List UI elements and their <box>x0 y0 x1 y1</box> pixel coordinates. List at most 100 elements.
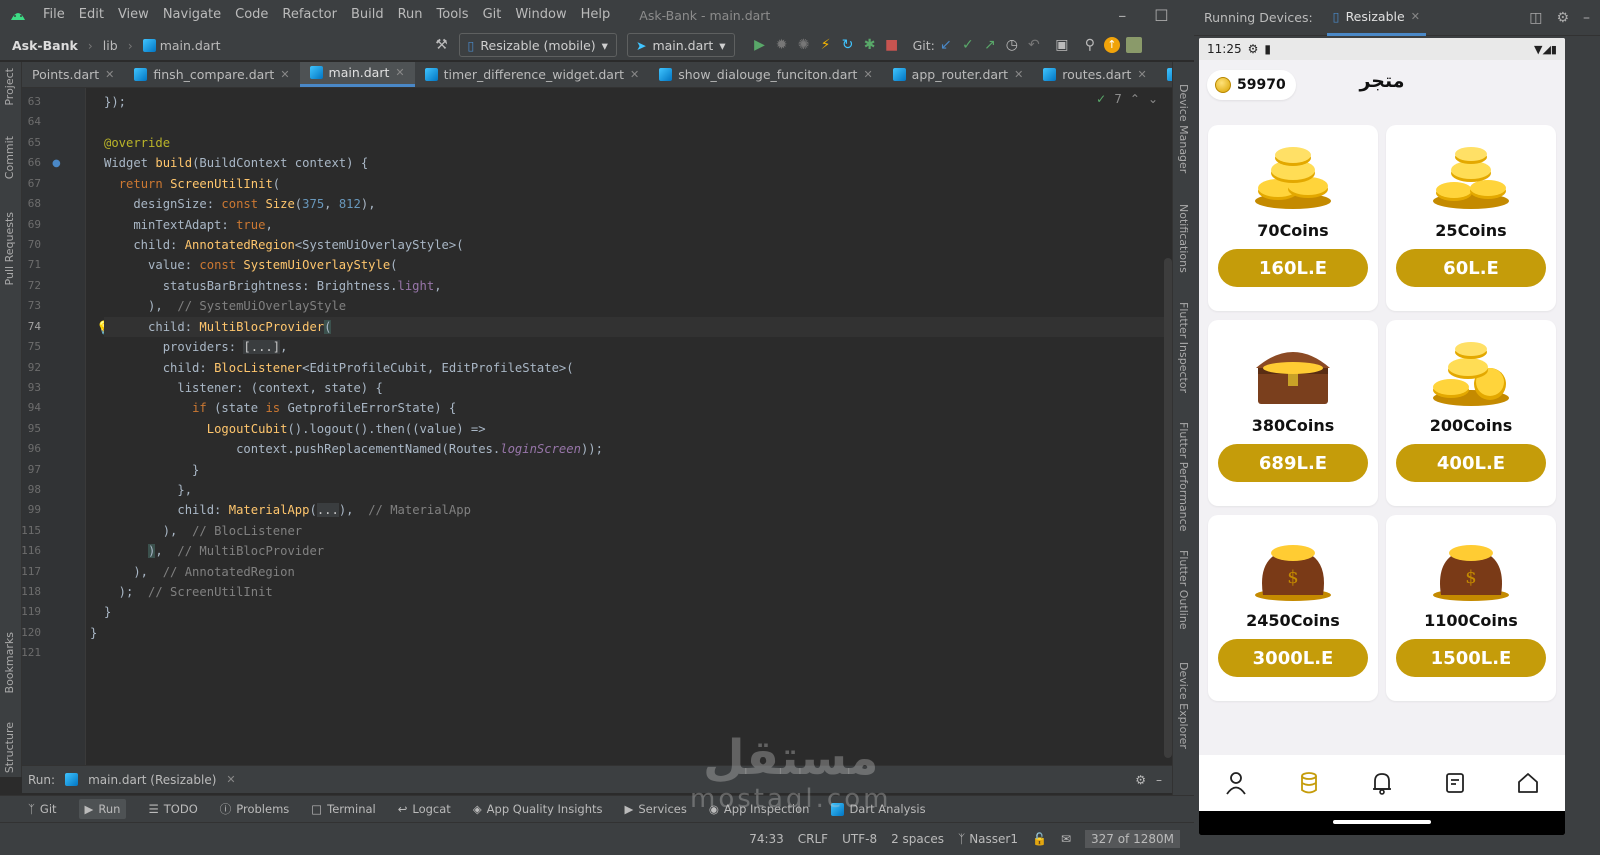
tool-git[interactable]: ᛉ Git <box>28 802 57 816</box>
code-editor[interactable]: 63 64 65 66 67 68 69 70 71 72 73 74 75 9… <box>22 88 1172 765</box>
tool-terminal[interactable]: □ Terminal <box>311 802 375 816</box>
tool-run[interactable]: ▶ Run <box>78 799 127 819</box>
device-selector[interactable]: ▯ Resizable (mobile) ▾ <box>458 33 617 57</box>
menu-edit[interactable]: Edit <box>72 0 111 30</box>
gear-icon[interactable]: ⚙ <box>1135 773 1146 787</box>
menu-view[interactable]: View <box>111 0 156 30</box>
breadcrumb-project[interactable]: Ask-Bank <box>12 38 78 53</box>
coin-package-card[interactable]: 25Coins 60L.E <box>1386 125 1556 311</box>
tab-app-router[interactable]: app_router.dart ✕ <box>883 62 1034 87</box>
inspection-widget[interactable]: ✓ 7 ⌃ ⌄ <box>1096 92 1158 106</box>
pull-requests-tool-tab[interactable]: Pull Requests <box>3 212 16 285</box>
debug-icon[interactable]: ✹ <box>771 34 793 56</box>
hot-reload-icon[interactable]: ⚡ <box>815 34 837 56</box>
tab-routes[interactable]: routes.dart ✕ <box>1033 62 1156 87</box>
git-commit-icon[interactable]: ✓ <box>957 34 979 56</box>
gear-icon[interactable]: ⚙ <box>1556 10 1569 26</box>
buy-price-button[interactable]: 160L.E <box>1218 249 1368 287</box>
nav-profile[interactable] <box>1221 768 1251 798</box>
menu-git[interactable]: Git <box>476 0 509 30</box>
indent-setting[interactable]: 2 spaces <box>891 832 944 846</box>
coin-package-card[interactable]: 200Coins 400L.E <box>1386 320 1556 506</box>
menu-navigate[interactable]: Navigate <box>156 0 228 30</box>
nav-cards[interactable] <box>1440 768 1470 798</box>
menu-window[interactable]: Window <box>508 0 573 30</box>
buy-price-button[interactable]: 400L.E <box>1396 444 1546 482</box>
attach-debugger-icon[interactable]: ✺ <box>793 34 815 56</box>
buy-price-button[interactable]: 3000L.E <box>1218 639 1368 677</box>
project-tool-tab[interactable]: Project <box>3 68 16 106</box>
device-explorer-tool-tab[interactable]: Device Explorer <box>1177 662 1190 749</box>
hide-icon[interactable]: – <box>1156 773 1162 787</box>
hot-restart-icon[interactable]: ↻ <box>837 34 859 56</box>
close-run-tab-icon[interactable]: ✕ <box>226 773 235 786</box>
git-history-icon[interactable]: ◷ <box>1001 34 1023 56</box>
close-tab-icon[interactable]: ✕ <box>630 68 639 81</box>
coin-package-card[interactable]: 380Coins 689L.E <box>1208 320 1378 506</box>
bookmarks-tool-tab[interactable]: Bookmarks <box>3 632 16 693</box>
flutter-inspector-tool-tab[interactable]: Flutter Inspector <box>1177 302 1190 393</box>
home-gesture-pill[interactable] <box>1333 820 1431 824</box>
avatar[interactable] <box>1123 34 1145 56</box>
caret-position[interactable]: 74:33 <box>749 832 784 846</box>
run-icon[interactable]: ▶ <box>749 34 771 56</box>
maximize-icon[interactable]: ☐ <box>1154 6 1168 25</box>
tool-logcat[interactable]: ↩ Logcat <box>398 802 451 816</box>
coin-package-card[interactable]: 70Coins 160L.E <box>1208 125 1378 311</box>
menu-build[interactable]: Build <box>344 0 391 30</box>
menu-tools[interactable]: Tools <box>430 0 476 30</box>
nav-coins[interactable] <box>1294 768 1324 798</box>
editor-scrollbar[interactable] <box>1164 258 1172 758</box>
tool-services[interactable]: ▶ Services <box>625 802 687 816</box>
notifications-tool-tab[interactable]: Notifications <box>1177 204 1190 273</box>
menu-help[interactable]: Help <box>574 0 618 30</box>
breadcrumb-file[interactable]: main.dart <box>160 38 221 53</box>
close-tab-icon[interactable]: ✕ <box>1014 68 1023 81</box>
hide-icon[interactable]: – <box>1583 10 1590 26</box>
device-mirroring-icon[interactable]: ▣ <box>1051 34 1073 56</box>
close-tab-icon[interactable]: ✕ <box>105 68 114 81</box>
tool-problems[interactable]: ⓘ Problems <box>220 801 290 817</box>
device-manager-tool-tab[interactable]: Device Manager <box>1177 84 1190 173</box>
run-config-tab[interactable]: main.dart (Resizable) <box>88 773 216 787</box>
menu-run[interactable]: Run <box>391 0 430 30</box>
tab-points[interactable]: Points.dart ✕ <box>22 62 124 87</box>
buy-price-button[interactable]: 60L.E <box>1396 249 1546 287</box>
close-device-tab-icon[interactable]: ✕ <box>1411 10 1420 23</box>
close-tab-icon[interactable]: ✕ <box>280 68 289 81</box>
structure-tool-tab[interactable]: Structure <box>3 722 16 773</box>
git-branch[interactable]: Nasser1 <box>969 832 1018 846</box>
chevron-up-icon[interactable]: ⌃ <box>1130 92 1140 106</box>
tab-timer-difference-widget[interactable]: timer_difference_widget.dart ✕ <box>415 62 650 87</box>
tool-todo[interactable]: ☰ TODO <box>148 802 197 816</box>
device-tab-resizable[interactable]: ▯ Resizable ✕ <box>1326 0 1426 36</box>
buy-price-button[interactable]: 689L.E <box>1218 444 1368 482</box>
devtools-icon[interactable]: ✱ <box>859 34 881 56</box>
git-update-icon[interactable]: ↙ <box>935 34 957 56</box>
coin-package-card[interactable]: $ 1100Coins 1500L.E <box>1386 515 1556 701</box>
memory-indicator[interactable]: 327 of 1280M <box>1085 830 1180 848</box>
flutter-outline-tool-tab[interactable]: Flutter Outline <box>1177 550 1190 630</box>
chevron-down-icon[interactable]: ⌄ <box>1148 92 1158 106</box>
git-push-icon[interactable]: ↗ <box>979 34 1001 56</box>
device-screen[interactable]: 11:25 ⚙ ▮ ▼◢▮ 59970 متجر 70Coins 160L.E … <box>1199 38 1565 835</box>
stop-icon[interactable]: ■ <box>881 34 903 56</box>
minimize-icon[interactable]: – <box>1118 6 1126 25</box>
tab-main[interactable]: main.dart ✕ <box>299 62 415 87</box>
menu-refactor[interactable]: Refactor <box>275 0 344 30</box>
override-marker-icon[interactable]: ● <box>52 158 61 169</box>
search-icon[interactable]: ⚲ <box>1079 34 1101 56</box>
rollback-icon[interactable]: ↶ <box>1023 34 1045 56</box>
close-tab-icon[interactable]: ✕ <box>863 68 872 81</box>
tab-show-dialouge-funciton[interactable]: show_dialouge_funciton.dart ✕ <box>649 62 882 87</box>
lock-icon[interactable]: 🔓 <box>1032 832 1047 846</box>
menu-code[interactable]: Code <box>228 0 275 30</box>
tab-finsh-compare[interactable]: finsh_compare.dart ✕ <box>124 62 299 87</box>
update-icon[interactable]: ↑ <box>1101 34 1123 56</box>
window-mode-icon[interactable]: ◫ <box>1529 10 1542 26</box>
hammer-icon[interactable]: ⚒ <box>431 34 453 56</box>
run-config-selector[interactable]: ➤ main.dart ▾ <box>626 33 735 57</box>
commit-tool-tab[interactable]: Commit <box>3 136 16 179</box>
line-separator[interactable]: CRLF <box>798 832 828 846</box>
feedback-icon[interactable]: ✉ <box>1061 832 1071 846</box>
